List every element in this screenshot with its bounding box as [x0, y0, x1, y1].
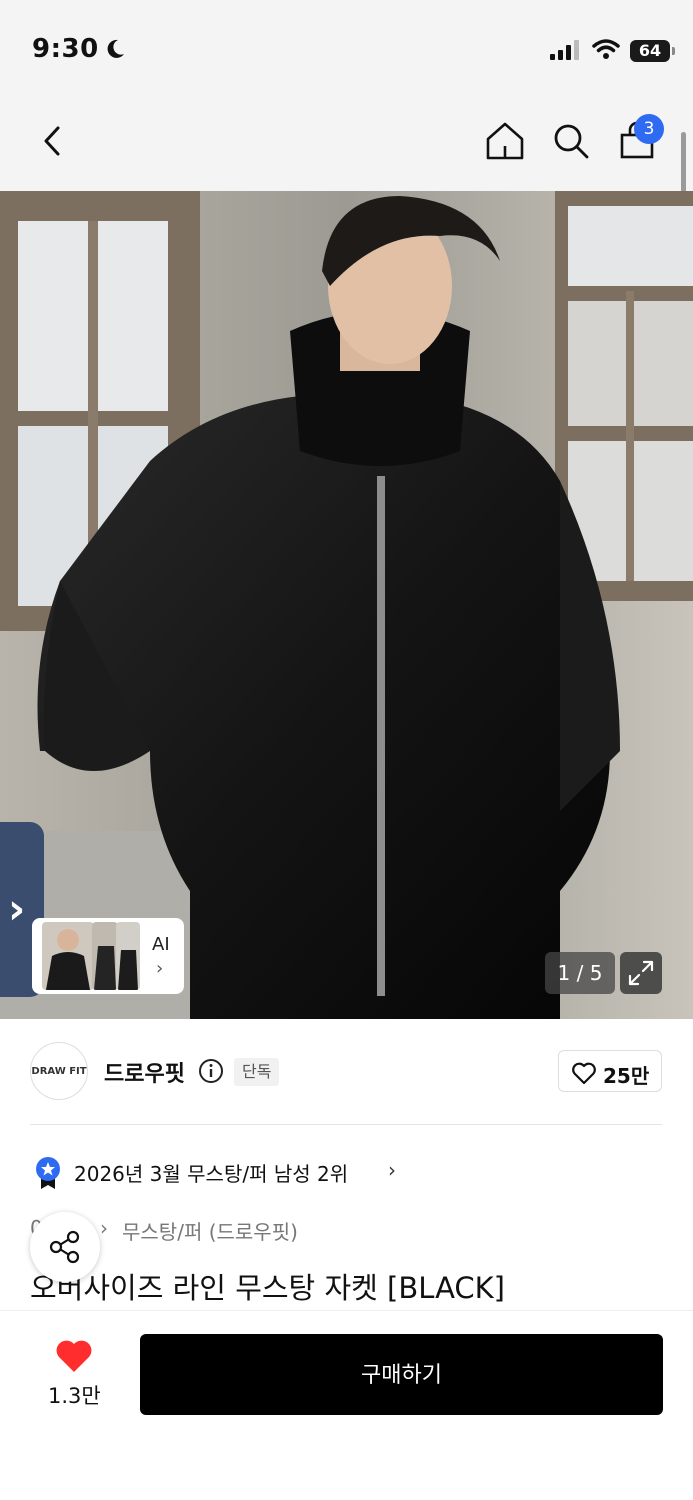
buy-button[interactable]: 구매하기 [140, 1334, 663, 1415]
back-arrow-icon[interactable] [30, 118, 76, 164]
ai-styling-card[interactable] [32, 918, 184, 994]
share-icon [49, 1230, 80, 1264]
ranking-medal-icon [36, 1157, 60, 1189]
wifi-icon [592, 39, 620, 59]
ranking-text[interactable]: 2026년 3월 무스탕/퍼 남성 2위 [74, 1158, 348, 1187]
product-title: 오버사이즈 라인 무스탕 자켓 [BLACK] [30, 1271, 505, 1305]
exclusive-badge: 단독 [234, 1058, 280, 1086]
product-image-gallery[interactable] [0, 191, 693, 1019]
ai-chevron-icon: › [156, 958, 164, 979]
info-icon[interactable] [198, 1058, 224, 1084]
cart-count-badge: 3 [634, 114, 664, 144]
heart-outline-icon [572, 1062, 596, 1085]
breadcrumb-separator: › [100, 1216, 108, 1240]
wishlist-count: 1.3만 [48, 1384, 101, 1408]
home-icon[interactable] [482, 118, 528, 164]
image-pager: 1 / 5 [545, 952, 615, 994]
cellular-signal-icon [550, 40, 579, 60]
top-navigation [0, 96, 693, 191]
scroll-indicator [681, 132, 686, 200]
brand-name[interactable]: 드로우핏 [104, 1056, 185, 1088]
ai-thumbnail-1 [42, 922, 94, 990]
ai-thumbnail-2 [92, 922, 118, 990]
breadcrumb-category[interactable]: 무스탕/퍼 (드로우핏) [122, 1216, 298, 1245]
side-chevron-icon: › [8, 884, 26, 933]
brand-logo[interactable]: DRAW FIT [30, 1042, 88, 1100]
product-photo [0, 191, 693, 1019]
status-time: 9:30 [32, 34, 99, 64]
share-button[interactable] [30, 1212, 100, 1282]
brand-like-count: 25만 [603, 1064, 650, 1088]
battery-indicator: 64 [630, 40, 675, 62]
ranking-chevron-icon: › [388, 1158, 396, 1182]
brand-like-button[interactable]: 25만 [558, 1050, 662, 1092]
status-bar: 9:30 64 [0, 0, 693, 96]
divider [30, 1124, 662, 1125]
moon-icon [107, 39, 124, 58]
heart-filled-icon[interactable] [54, 1338, 94, 1374]
ai-thumbnail-3 [116, 922, 140, 990]
ai-label: AI [152, 934, 170, 955]
search-icon[interactable] [548, 118, 594, 164]
expand-icon[interactable] [620, 952, 662, 994]
